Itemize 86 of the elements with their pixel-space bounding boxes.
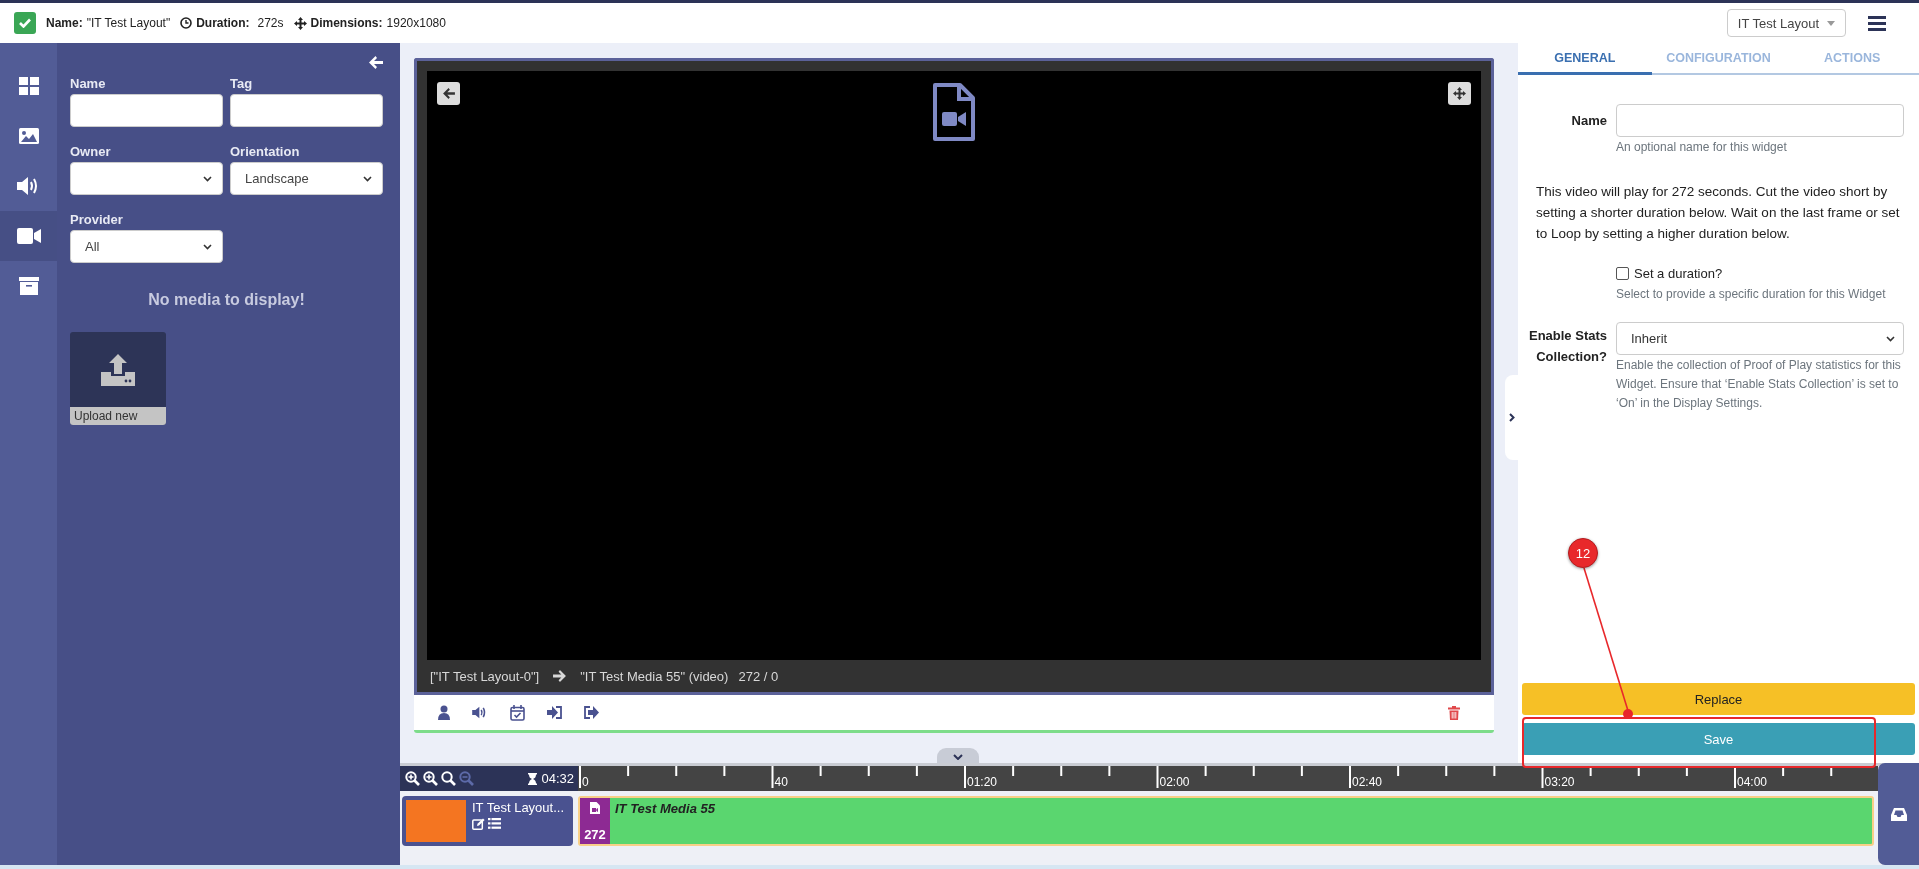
filter-label: Tag [230,76,254,91]
layout-dropdown[interactable]: IT Test Layout [1726,9,1846,37]
upload-icon [101,353,135,386]
ruler-label: 02:40 [1352,775,1383,789]
dimensions-value: 1920x1080 [386,16,446,30]
chevron-right-icon [1508,413,1515,422]
stats-select[interactable]: Inherit [1616,322,1904,355]
select-field[interactable] [70,162,223,195]
layout-name: "IT Test Layout" [86,16,171,30]
zoom-in-icon[interactable] [405,771,420,786]
back-arrow-icon [442,88,455,99]
description-text: This video will play for 272 seconds. Cut the video short by setting a shorter duration below. Wait on the last frame or set to Loop by setting a higher duration below. [1536,183,1901,243]
duration-value: 272s [257,16,284,30]
chevron-down-icon [363,175,372,182]
help-text: An optional name for this widget [1616,139,1788,156]
ruler-label: 03:20 [1544,775,1575,789]
zoom-in-icon[interactable] [423,771,438,786]
name-input[interactable] [1616,104,1904,137]
grid-icon [18,77,39,95]
exit-arrow-icon[interactable] [584,706,599,719]
search-icon[interactable] [441,771,456,786]
text-field[interactable] [230,94,383,127]
total-duration: 04:32 [541,771,574,786]
chevron-down-icon [203,243,212,250]
duration-label: Duration: [196,16,250,30]
widget-duration: 272 [584,827,606,842]
region-swatch [406,800,466,842]
filter-label: Orientation [230,144,301,159]
field-label: Name [1570,113,1607,128]
ruler-label: 40 [774,775,788,789]
upload-tile[interactable]: Upload new [70,332,166,425]
speaker-icon[interactable] [472,706,488,719]
filter-label: Name [70,76,107,91]
person-figure-icon[interactable] [438,705,450,720]
ruler-label: 02:00 [1159,775,1190,789]
replace-button[interactable]: Replace [1522,683,1915,715]
chevron-down-icon [1886,335,1895,342]
image-icon [18,128,39,144]
field-label: Enable Stats Collection? [1527,327,1607,366]
trash-icon[interactable] [1448,705,1460,720]
region-track-header[interactable]: IT Test Layout... [402,796,573,846]
inbox-button[interactable] [1878,763,1919,865]
chevron-down-icon [953,753,963,760]
filter-label: Owner [70,144,112,159]
calendar-check-icon[interactable] [510,704,525,721]
select-field[interactable]: All [70,230,223,263]
menu-icon[interactable] [1868,15,1886,31]
region-name: IT Test Layout... [472,800,564,815]
empty-message: No media to display! [147,291,306,309]
widget-name: IT Test Media 55 [614,800,716,818]
check-mark [19,18,31,28]
clock-icon [180,17,193,29]
caret-icon [1827,20,1835,26]
panel-tab[interactable]: GENERAL [1518,43,1652,75]
duration-checkbox[interactable]: Set a duration? [1616,266,1904,281]
archive-box-icon [18,277,39,295]
edit-icon[interactable] [472,818,485,830]
dimensions-label: Dimensions: [310,16,383,30]
help-text: Enable the collection of Proof of Play statistics for this Widget. Ensure that ‘Enable Stats Collection’ is set to ‘On’ in the Display Settings. [1616,357,1902,412]
list-icon[interactable] [488,818,501,829]
back-button[interactable] [437,82,460,105]
hourglass-icon [528,772,538,785]
text-field[interactable] [70,94,223,127]
enter-arrow-icon[interactable] [547,706,562,719]
file-icon [590,802,600,814]
move-arrows-icon [293,16,307,30]
region-path: ["IT Test Layout-0"] [430,668,540,684]
chevron-down-icon [203,175,212,182]
filter-label: Provider [70,212,124,227]
ruler-label: 04:00 [1737,775,1768,789]
right-arrow-icon [553,670,567,682]
move-button[interactable] [1448,82,1471,105]
widget-counter: 272 / 0 [738,668,779,684]
video-camera-icon [16,228,41,244]
move-arrows-icon [1453,87,1466,100]
back-arrow-icon[interactable] [369,56,383,69]
video-file-icon [932,83,976,141]
widget-path: "IT Test Media 55" (video) [580,668,729,684]
name-label: Name: [46,16,83,30]
help-text: Select to provide a specific duration for this Widget [1616,286,1887,303]
inbox-icon [1890,807,1907,821]
widget-bar[interactable]: 272 IT Test Media 55 [578,796,1874,846]
select-field[interactable]: Landscape [230,162,383,195]
ruler-label: 0 [582,775,589,789]
sidebar-tab[interactable] [0,211,57,261]
ruler-label: 01:20 [967,775,998,789]
